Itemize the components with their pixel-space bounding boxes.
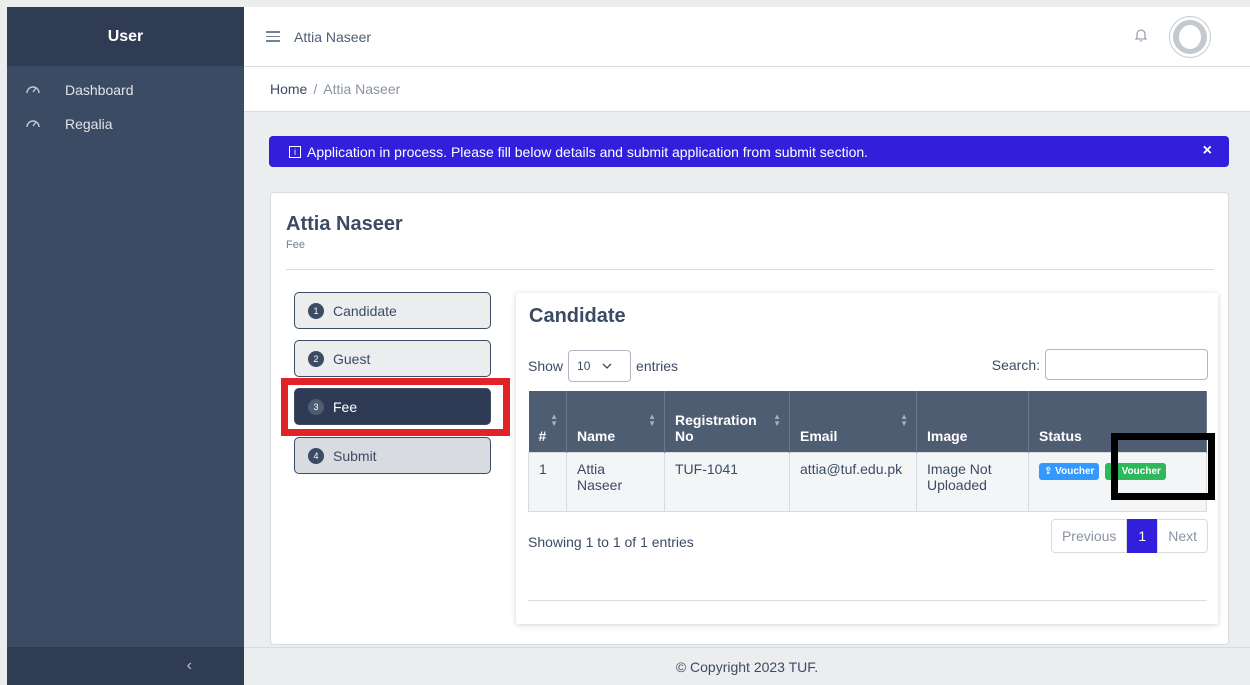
info-alert: i Application in process. Please fill be… [269,136,1229,167]
speedometer-icon [25,82,41,98]
chevron-left-icon: ‹ [186,657,192,674]
avatar[interactable] [1170,17,1210,57]
step-number: 4 [308,447,324,464]
speedometer-icon [25,116,41,132]
entries-select[interactable]: 10 [568,350,632,382]
step-guest[interactable]: 2 Guest [294,340,491,377]
close-icon[interactable]: × [1203,142,1212,160]
pagination: Previous 1 Next [1050,519,1208,553]
cell-num: 1 [528,451,567,512]
sidebar: User Dashboard Regalia ‹ [7,7,244,685]
footer: © Copyright 2023 TUF. [244,647,1250,685]
download-voucher-button[interactable]: ⇪ Voucher [1039,462,1100,480]
divider [528,600,1207,601]
step-number: 1 [308,302,324,319]
show-label: Show [528,358,564,374]
info-icon: i [289,145,301,158]
next-page-button[interactable]: Next [1157,519,1208,553]
panel-title: Candidate [529,305,626,327]
application-card: Attia Naseer Fee 1 Candidate 2 Guest 3 F… [270,192,1229,645]
breadcrumb-current: Attia Naseer [323,81,401,97]
entries-label: entries [636,358,679,374]
sort-icon: ▲ ▼ [550,412,558,428]
page-title: Attia Naseer [286,213,403,235]
page-1-button[interactable]: 1 [1127,519,1158,553]
cell-image: Image Not Uploaded [916,451,1029,512]
search-label: Search: [991,356,1040,373]
entries-select-value: 10 [577,359,591,373]
search-input[interactable] [1045,349,1208,380]
alert-message: Application in process. Please fill belo… [307,143,869,160]
candidate-panel: Candidate Show 10 entries Search: # ▲ ▼ Na… [516,293,1218,624]
cell-registration: TUF-1041 [664,451,790,512]
sidebar-toggle-button[interactable]: ‹ [7,647,244,685]
step-label: Candidate [333,302,397,319]
column-header: Image [916,391,1029,452]
divider [286,269,1214,270]
column-header[interactable]: Registration No ▲ ▼ [664,391,790,452]
column-header[interactable]: # ▲ ▼ [528,391,567,452]
step-number: 2 [308,350,324,367]
page-subtitle: Fee [286,239,305,251]
step-submit[interactable]: 4 Submit [294,437,491,474]
chevron-down-icon [602,361,612,372]
sidebar-item-label: Regalia [65,116,113,132]
sidebar-item-label: Dashboard [65,82,134,98]
highlight-box-red [281,378,510,436]
header-title: Attia Naseer [294,28,372,45]
column-header[interactable]: Email ▲ ▼ [789,391,917,452]
step-label: Guest [333,350,371,367]
length-control: Show 10 entries [528,350,678,382]
copyright-text: © Copyright 2023 TUF. [675,658,819,675]
bell-icon[interactable] [1134,27,1148,46]
sort-icon: ▲ ▼ [648,412,656,428]
search-control: Search: [992,349,1208,380]
table-info: Showing 1 to 1 of 1 entries [528,534,694,550]
sidebar-item-regalia[interactable]: Regalia [7,100,244,148]
breadcrumb-separator: / [313,81,318,97]
step-label: Submit [333,447,377,464]
hamburger-menu-icon[interactable] [266,28,280,45]
breadcrumb-home-link[interactable]: Home [270,81,307,97]
highlight-box-black [1111,433,1215,500]
sort-icon: ▲ ▼ [900,412,908,428]
candidate-table: # ▲ ▼ Name ▲ ▼ Registration No ▲ ▼ Email ▲ ▼ Ima… [528,391,1207,512]
top-header: Attia Naseer [244,7,1250,67]
table-row: 1 Attia Naseer TUF-1041 attia@tuf.edu.pk… [528,451,1207,512]
previous-page-button[interactable]: Previous [1050,519,1128,553]
step-candidate[interactable]: 1 Candidate [294,292,491,329]
sidebar-brand: User [7,7,244,66]
breadcrumb: Home / Attia Naseer [244,67,1250,112]
cell-email: attia@tuf.edu.pk [789,451,917,512]
column-header[interactable]: Name ▲ ▼ [566,391,665,452]
sort-icon: ▲ ▼ [773,412,781,428]
cell-name: Attia Naseer [566,451,665,512]
